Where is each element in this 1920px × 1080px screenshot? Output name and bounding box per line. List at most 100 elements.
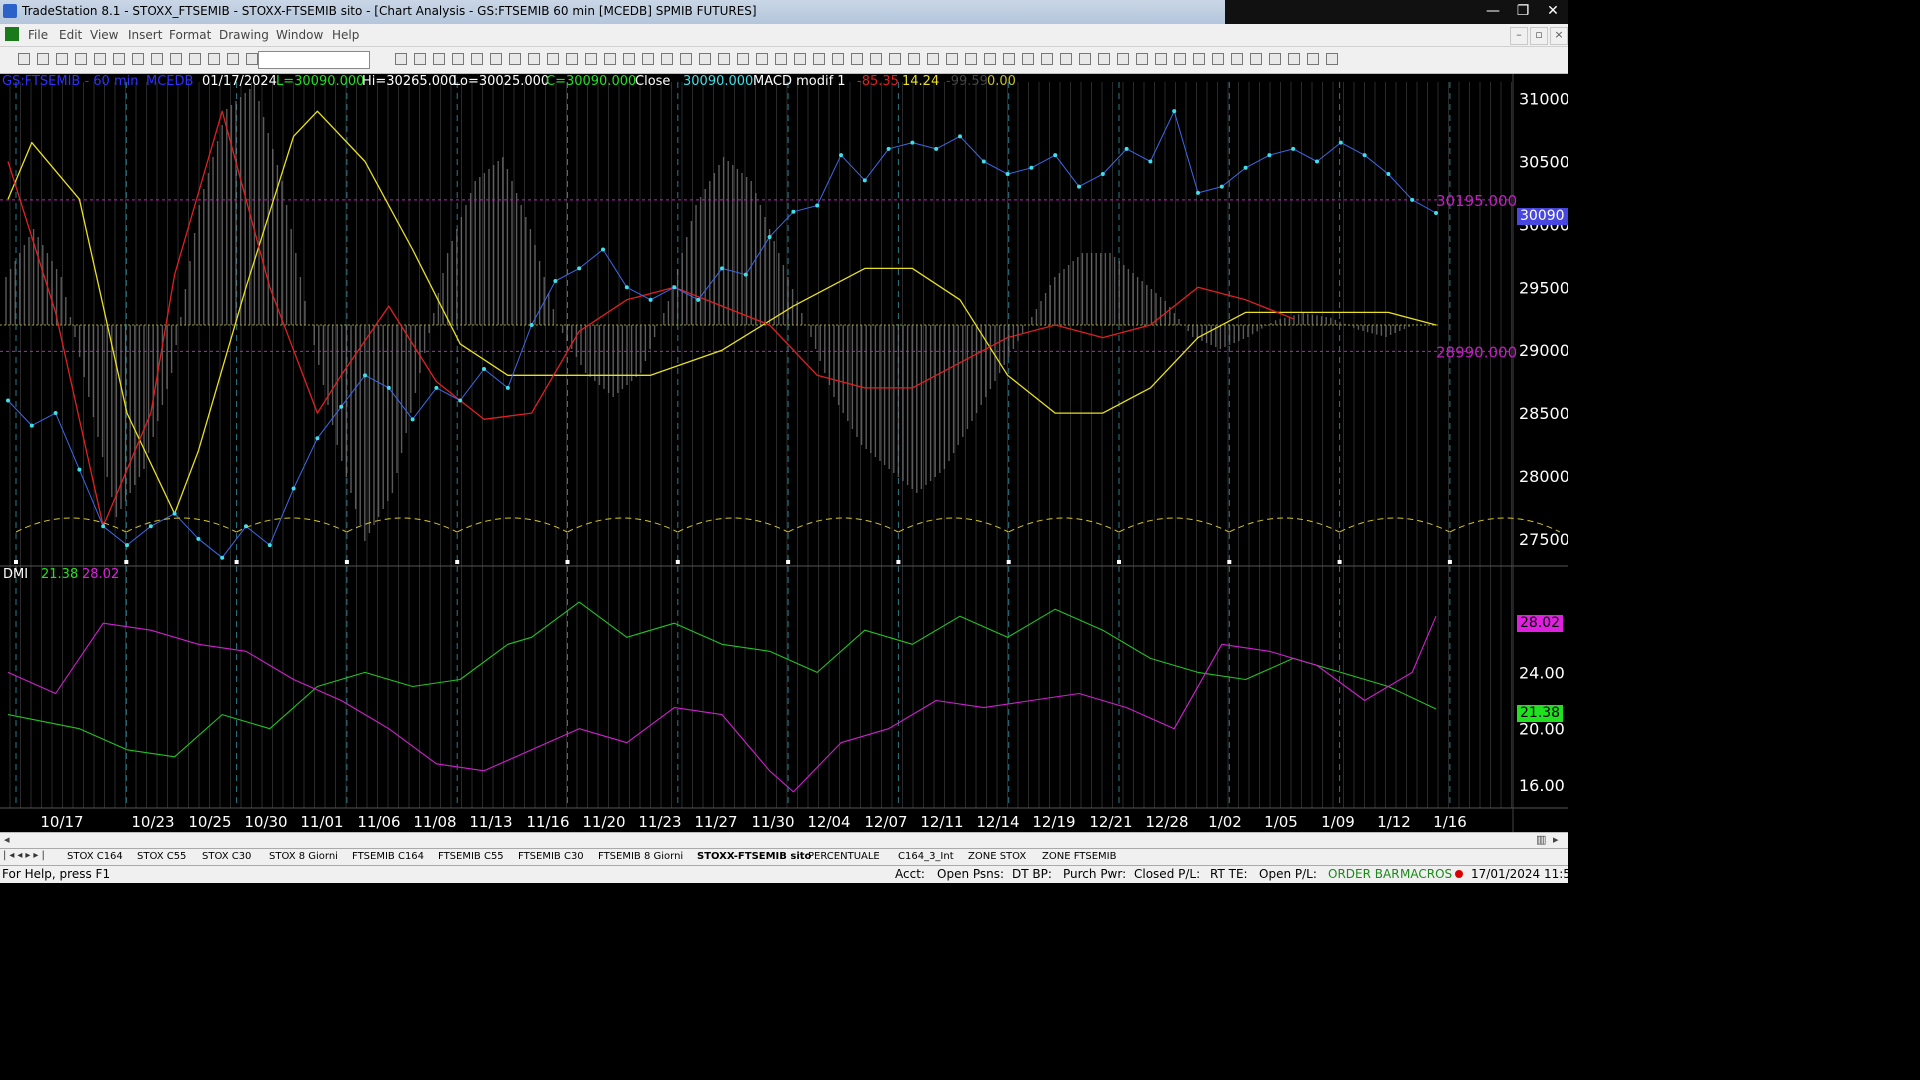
toolbar-tool-13-icon[interactable] [395,53,407,65]
tab-nav-arrows-icon[interactable]: |◂◂▸▸| [3,850,48,861]
toolbar-tool-32-icon[interactable] [756,53,768,65]
scroll-left-icon[interactable]: ◂ [4,833,10,846]
chart-canvas[interactable]: 30195.00028990.0003100030500300002950029… [0,74,1568,834]
mdi-restore-button[interactable]: ▫ [1530,27,1548,45]
toolbar-tool-3-icon[interactable] [75,53,87,65]
toolbar-tool-5-icon[interactable] [113,53,125,65]
status-order-bar[interactable]: ORDER BAR [1328,867,1400,881]
toolbar-tool-57-icon[interactable] [1231,53,1243,65]
menu-window[interactable]: Window [276,28,323,42]
tab-zone-ftsemib[interactable]: ZONE FTSEMIB [1042,851,1117,862]
toolbar-tool-20-icon[interactable] [528,53,540,65]
toolbar-tool-6-icon[interactable] [132,53,144,65]
tab-c164-3-int[interactable]: C164_3_Int [898,851,954,862]
toolbar-tool-50-icon[interactable] [1098,53,1110,65]
toolbar-tool-30-icon[interactable] [718,53,730,65]
toolbar-tool-46-icon[interactable] [1022,53,1034,65]
toolbar-tool-51-icon[interactable] [1117,53,1129,65]
mdi-minimize-button[interactable]: – [1510,27,1528,45]
toolbar-tool-54-icon[interactable] [1174,53,1186,65]
toolbar-tool-0-icon[interactable] [18,53,30,65]
toolbar-tool-15-icon[interactable] [433,53,445,65]
menu-help[interactable]: Help [332,28,359,42]
toolbar-tool-33-icon[interactable] [775,53,787,65]
toolbar-tool-49-icon[interactable] [1079,53,1091,65]
app-icon[interactable] [3,4,17,18]
menu-drawing[interactable]: Drawing [219,28,269,42]
toolbar-tool-61-icon[interactable] [1307,53,1319,65]
toolbar-tool-4-icon[interactable] [94,53,106,65]
symbol-combo[interactable] [258,51,370,69]
maximize-button[interactable]: ❐ [1508,0,1538,22]
tab-percentuale[interactable]: PERCENTUALE [808,851,880,862]
toolbar-tool-17-icon[interactable] [471,53,483,65]
menu-insert[interactable]: Insert [128,28,162,42]
tab-stoxx-ftsemib-sito[interactable]: STOXX-FTSEMIB sito [697,851,811,862]
tab-stox-c164[interactable]: STOX C164 [67,851,123,862]
toolbar-tool-22-icon[interactable] [566,53,578,65]
toolbar-tool-41-icon[interactable] [927,53,939,65]
toolbar-tool-48-icon[interactable] [1060,53,1072,65]
toolbar-tool-58-icon[interactable] [1250,53,1262,65]
toolbar-tool-34-icon[interactable] [794,53,806,65]
toolbar-tool-24-icon[interactable] [604,53,616,65]
menu-edit[interactable]: Edit [59,28,82,42]
toolbar-tool-35-icon[interactable] [813,53,825,65]
menu-format[interactable]: Format [169,28,211,42]
toolbar-tool-31-icon[interactable] [737,53,749,65]
tab-ftsemib-c55[interactable]: FTSEMIB C55 [438,851,504,862]
menu-view[interactable]: View [90,28,118,42]
toolbar-tool-40-icon[interactable] [908,53,920,65]
toolbar-tool-19-icon[interactable] [509,53,521,65]
scroll-right-icon[interactable]: ▸ [1553,833,1559,846]
toolbar-tool-45-icon[interactable] [1003,53,1015,65]
toolbar-tool-9-icon[interactable] [189,53,201,65]
toolbar-tool-21-icon[interactable] [547,53,559,65]
close-button[interactable]: ✕ [1538,0,1568,22]
tab-stox-c30[interactable]: STOX C30 [202,851,251,862]
toolbar-tool-55-icon[interactable] [1193,53,1205,65]
toolbar-tool-11-icon[interactable] [227,53,239,65]
tab-ftsemib-c164[interactable]: FTSEMIB C164 [352,851,424,862]
status-macros[interactable]: MACROS [1400,867,1452,881]
toolbar-tool-2-icon[interactable] [56,53,68,65]
toolbar-tool-47-icon[interactable] [1041,53,1053,65]
toolbar-tool-26-icon[interactable] [642,53,654,65]
toolbar-tool-23-icon[interactable] [585,53,597,65]
tab-stox-c55[interactable]: STOX C55 [137,851,186,862]
toolbar-tool-38-icon[interactable] [870,53,882,65]
toolbar-tool-1-icon[interactable] [37,53,49,65]
horizontal-scrollbar[interactable]: ◂ ▥ ▸ [0,832,1568,849]
toolbar-tool-59-icon[interactable] [1269,53,1281,65]
toolbar-tool-14-icon[interactable] [414,53,426,65]
toolbar-tool-39-icon[interactable] [889,53,901,65]
toolbar-tool-18-icon[interactable] [490,53,502,65]
tab-zone-stox[interactable]: ZONE STOX [968,851,1026,862]
toolbar-tool-44-icon[interactable] [984,53,996,65]
toolbar-tool-37-icon[interactable] [851,53,863,65]
toolbar-tool-25-icon[interactable] [623,53,635,65]
toolbar-tool-12-icon[interactable] [246,53,258,65]
toolbar-tool-8-icon[interactable] [170,53,182,65]
toolbar-tool-60-icon[interactable] [1288,53,1300,65]
toolbar-tool-36-icon[interactable] [832,53,844,65]
toolbar-tool-53-icon[interactable] [1155,53,1167,65]
tab-ftsemib-8-giorni[interactable]: FTSEMIB 8 Giorni [598,851,683,862]
minimize-button[interactable]: — [1478,0,1508,22]
mdi-close-button[interactable]: × [1550,27,1568,45]
toolbar-tool-42-icon[interactable] [946,53,958,65]
chart-area[interactable]: 30195.00028990.0003100030500300002950029… [0,74,1568,834]
toolbar-tool-10-icon[interactable] [208,53,220,65]
toolbar-tool-29-icon[interactable] [699,53,711,65]
toolbar-tool-7-icon[interactable] [151,53,163,65]
toolbar-tool-27-icon[interactable] [661,53,673,65]
toolbar-tool-56-icon[interactable] [1212,53,1224,65]
menu-file[interactable]: File [28,28,48,42]
toolbar-tool-16-icon[interactable] [452,53,464,65]
toolbar-tool-43-icon[interactable] [965,53,977,65]
toolbar-tool-52-icon[interactable] [1136,53,1148,65]
toolbar-tool-62-icon[interactable] [1326,53,1338,65]
toolbar-tool-28-icon[interactable] [680,53,692,65]
tab-ftsemib-c30[interactable]: FTSEMIB C30 [518,851,584,862]
chart-window-icon[interactable] [5,27,19,41]
